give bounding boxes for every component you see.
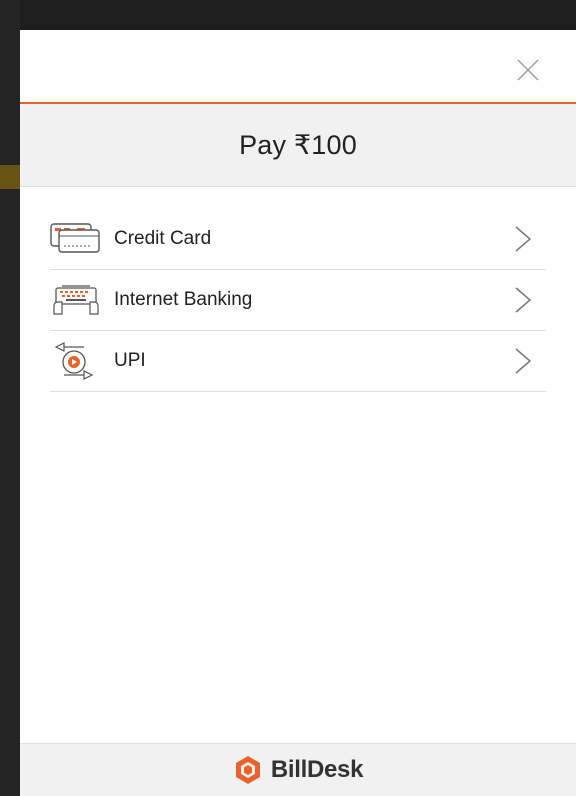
close-button[interactable] [516,58,540,82]
modal-footer: BillDesk [20,743,576,796]
pay-title: Pay ₹100 [239,129,357,160]
option-label: Internet Banking [114,289,253,310]
modal-header [20,30,576,104]
chevron-right-icon [515,287,532,313]
option-internet-banking[interactable]: Internet Banking [50,270,546,331]
backdrop-left [0,0,20,796]
upi-icon [50,341,102,381]
payment-options-list: Credit Card Internet Banking UPI [20,187,576,392]
option-label: Credit Card [114,228,212,249]
option-credit-card[interactable]: Credit Card [50,209,546,270]
credit-card-icon [50,219,102,259]
chevron-right-icon [515,348,532,374]
pay-banner: Pay ₹100 [20,104,576,187]
option-label: UPI [114,350,146,371]
modal-body-spacer [20,392,576,743]
backdrop-top [0,0,576,30]
backdrop-stripe [0,165,20,189]
internet-banking-icon [50,280,102,320]
payment-modal: Pay ₹100 Credit Card Internet Banking UP… [20,30,576,796]
chevron-right-icon [515,226,532,252]
brand: BillDesk [233,755,363,785]
brand-name: BillDesk [270,756,364,783]
billdesk-logo-icon [235,756,260,784]
close-icon [517,59,539,81]
option-upi[interactable]: UPI [50,331,546,392]
